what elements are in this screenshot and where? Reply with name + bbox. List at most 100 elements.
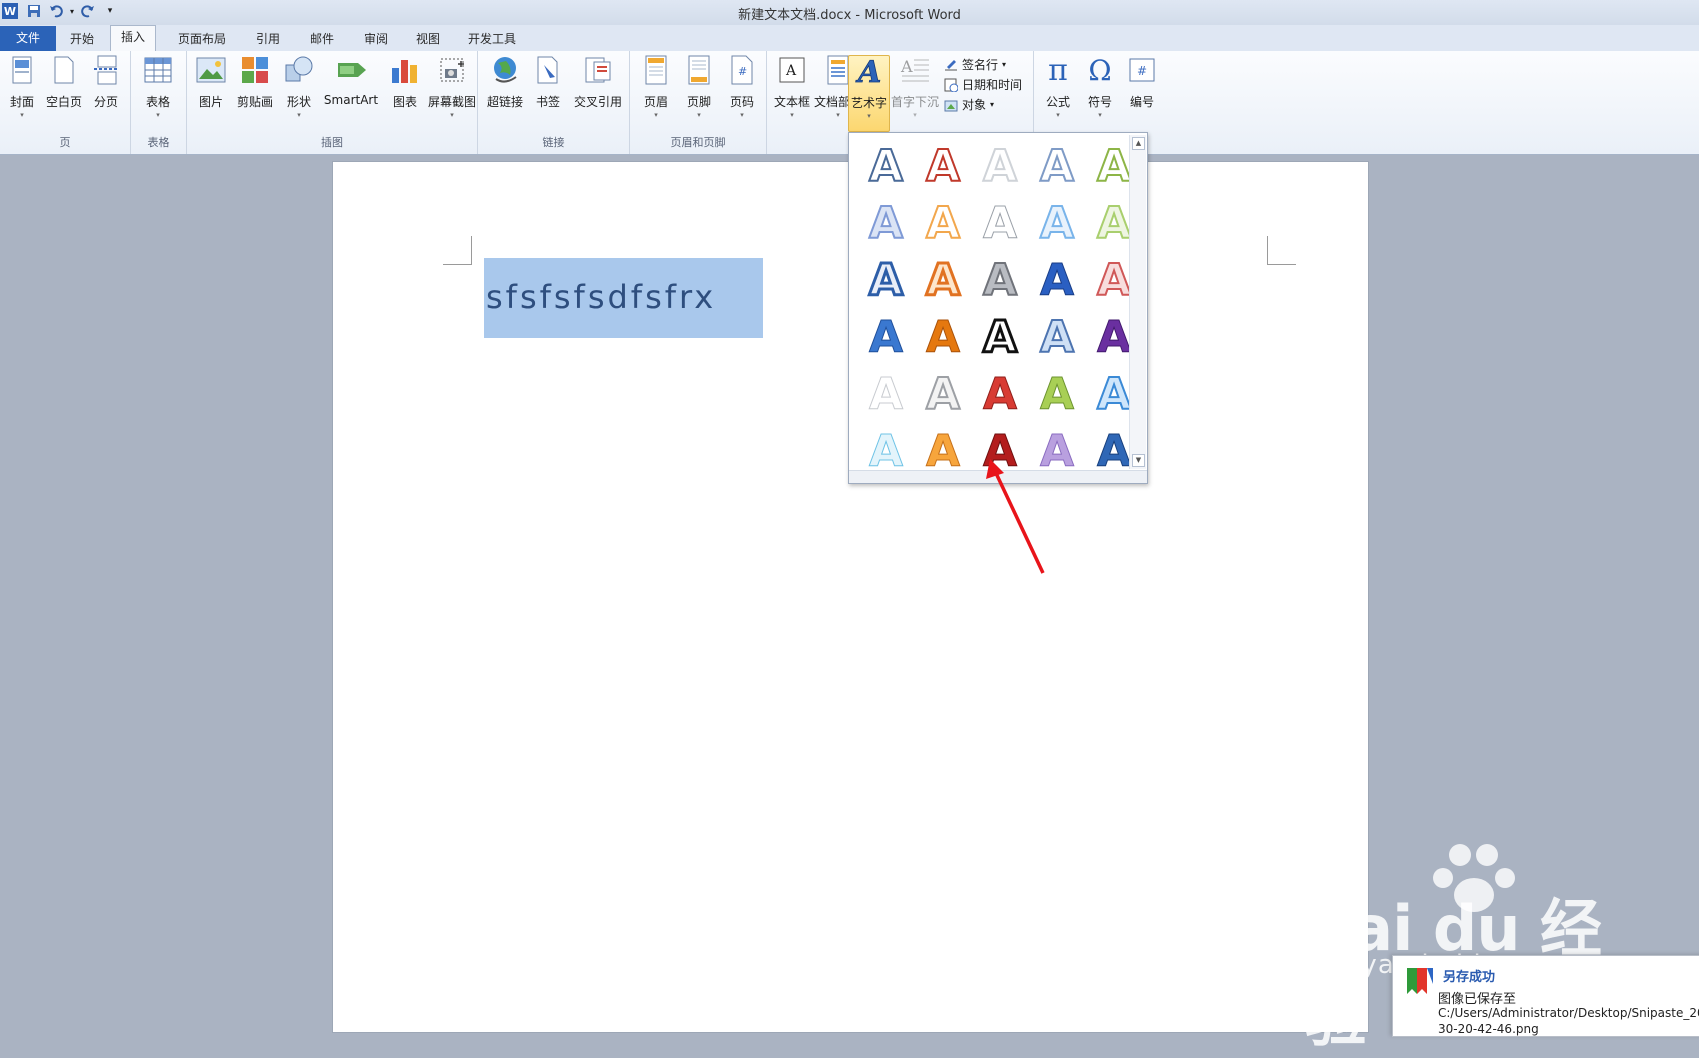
smartart-button[interactable]: SmartArt [321,55,381,130]
wordart-style-r5-c4[interactable]: A [1030,368,1084,422]
wordart-style-r5-c1[interactable]: A [859,368,913,422]
page-number-button[interactable]: # 页码 ▾ [720,55,764,130]
clip-art-button[interactable]: 剪贴画 [233,55,277,130]
table-icon [143,55,173,85]
page-break-button[interactable]: 分页 [84,55,128,130]
cross-reference-icon [583,55,613,85]
svg-text:A: A [785,63,797,79]
blank-page-icon [49,55,79,85]
wordart-style-r4-c2[interactable]: A [916,311,970,365]
tab-view[interactable]: 视图 [406,28,450,51]
scroll-up-icon[interactable]: ▲ [1132,137,1145,150]
tab-page-layout[interactable]: 页面布局 [168,28,236,51]
object-button[interactable]: 对象 ▾ [944,95,994,115]
tab-insert[interactable]: 插入 [110,25,157,52]
signature-line-button[interactable]: 签名行 ▾ [944,55,1006,75]
cover-page-icon [7,55,37,85]
table-button[interactable]: 表格 ▾ [136,55,180,130]
svg-text:A: A [900,57,913,76]
pi-icon: π [1048,52,1068,88]
clip-art-icon [240,55,270,85]
page-number-icon: # [727,55,757,85]
equation-button[interactable]: π 公式 ▾ [1036,52,1080,130]
snipaste-icon [1407,968,1433,994]
text-box-icon: A [777,55,807,85]
screenshot-icon [437,55,467,85]
group-label-illustrations: 插图 [321,136,343,149]
wordart-style-r2-c4[interactable]: A [1030,197,1084,251]
blank-page-button[interactable]: 空白页 [42,55,86,130]
title-bar: W ▾ ▾ 新建文本文档.docx - Microsoft Word [0,0,1699,25]
wordart-style-r1-c3[interactable]: A [973,140,1027,194]
page-break-icon [91,55,121,85]
notification-message: 图像已保存至 [1438,992,1517,1007]
bookmark-button[interactable]: 书签 [526,55,570,130]
group-header-footer: 页眉 ▾ 页脚 ▾ # 页码 ▾ 页眉和页脚 [630,51,767,154]
notification-path: C:/Users/Administrator/Desktop/Snipaste_… [1438,1006,1699,1020]
tab-home[interactable]: 开始 [60,28,104,51]
header-button[interactable]: 页眉 ▾ [634,55,678,130]
footer-button[interactable]: 页脚 ▾ [677,55,721,130]
wordart-style-r3-c1[interactable]: A [859,254,913,308]
wordart-style-r1-c1[interactable]: A [859,140,913,194]
tab-developer[interactable]: 开发工具 [458,28,526,51]
screenshot-button[interactable]: 屏幕截图 ▾ [427,55,477,130]
tab-review[interactable]: 审阅 [354,28,398,51]
gallery-scrollbar[interactable]: ▲ ▼ [1129,135,1146,469]
signature-line-icon [945,60,957,71]
wordart-style-r2-c2[interactable]: A [916,197,970,251]
text-box-button[interactable]: A 文本框 ▾ [770,55,814,130]
svg-text:#: # [1137,64,1147,78]
wordart-style-r4-c1[interactable]: A [859,311,913,365]
wordart-button[interactable]: A 艺术字 ▾ [848,55,890,132]
date-time-button[interactable]: 日期和时间 [944,75,1022,95]
selected-text-highlight[interactable]: sfsfsfsdfsfrx [484,258,763,338]
wordart-style-r4-c3[interactable]: A [973,311,1027,365]
paw-logo-icon [1433,844,1515,912]
selected-text: sfsfsfsdfsfrx [486,278,717,316]
wordart-style-r2-c3[interactable]: A [973,197,1027,251]
omega-icon: Ω [1088,53,1112,87]
drop-cap-icon: A [900,55,930,85]
chart-icon [390,55,420,85]
cross-reference-button[interactable]: 交叉引用 [570,55,626,130]
number-button[interactable]: # 编号 [1120,55,1164,130]
tab-references[interactable]: 引用 [246,28,290,51]
cover-page-button[interactable]: 封面 ▾ [0,55,44,130]
wordart-icon: A [854,56,884,86]
group-illustrations: 图片 剪贴画 形状 ▾ SmartArt 图表 屏幕截图 ▾ 插图 [187,51,478,154]
save-notification[interactable]: 另存成功 图像已保存至 C:/Users/Administrator/Deskt… [1392,955,1699,1037]
shapes-icon [284,55,314,85]
svg-text:A: A [855,56,881,86]
hyperlink-button[interactable]: 超链接 [483,55,527,130]
group-label-links: 链接 [542,136,565,149]
scroll-down-icon[interactable]: ▼ [1132,454,1145,467]
crop-mark-top-left [443,236,472,265]
symbol-button[interactable]: Ω 符号 ▾ [1078,53,1122,130]
smartart-icon [336,55,366,85]
bookmark-icon [533,55,563,85]
wordart-style-r4-c4[interactable]: A [1030,311,1084,365]
wordart-style-r5-c2[interactable]: A [916,368,970,422]
svg-text:#: # [738,65,747,78]
wordart-style-r2-c1[interactable]: A [859,197,913,251]
tab-mailings[interactable]: 邮件 [300,28,344,51]
calendar-clock-icon [944,78,958,92]
wordart-style-r3-c4[interactable]: A [1030,254,1084,308]
wordart-style-r1-c2[interactable]: A [916,140,970,194]
wordart-style-r3-c2[interactable]: A [916,254,970,308]
group-label-header-footer: 页眉和页脚 [670,136,726,149]
number-icon: # [1127,55,1157,85]
wordart-style-r3-c3[interactable]: A [973,254,1027,308]
shapes-button[interactable]: 形状 ▾ [277,55,321,130]
tab-file[interactable]: 文件 [0,26,57,51]
drop-cap-button[interactable]: A 首字下沉 ▾ [890,55,940,130]
wordart-style-r5-c3[interactable]: A [973,368,1027,422]
picture-icon [196,55,226,85]
picture-button[interactable]: 图片 [189,55,233,130]
red-arrow-annotation [986,459,1045,574]
window-title: 新建文本文档.docx - Microsoft Word [738,8,961,23]
chart-button[interactable]: 图表 [383,55,427,130]
wordart-style-r1-c4[interactable]: A [1030,140,1084,194]
object-icon [944,100,958,112]
